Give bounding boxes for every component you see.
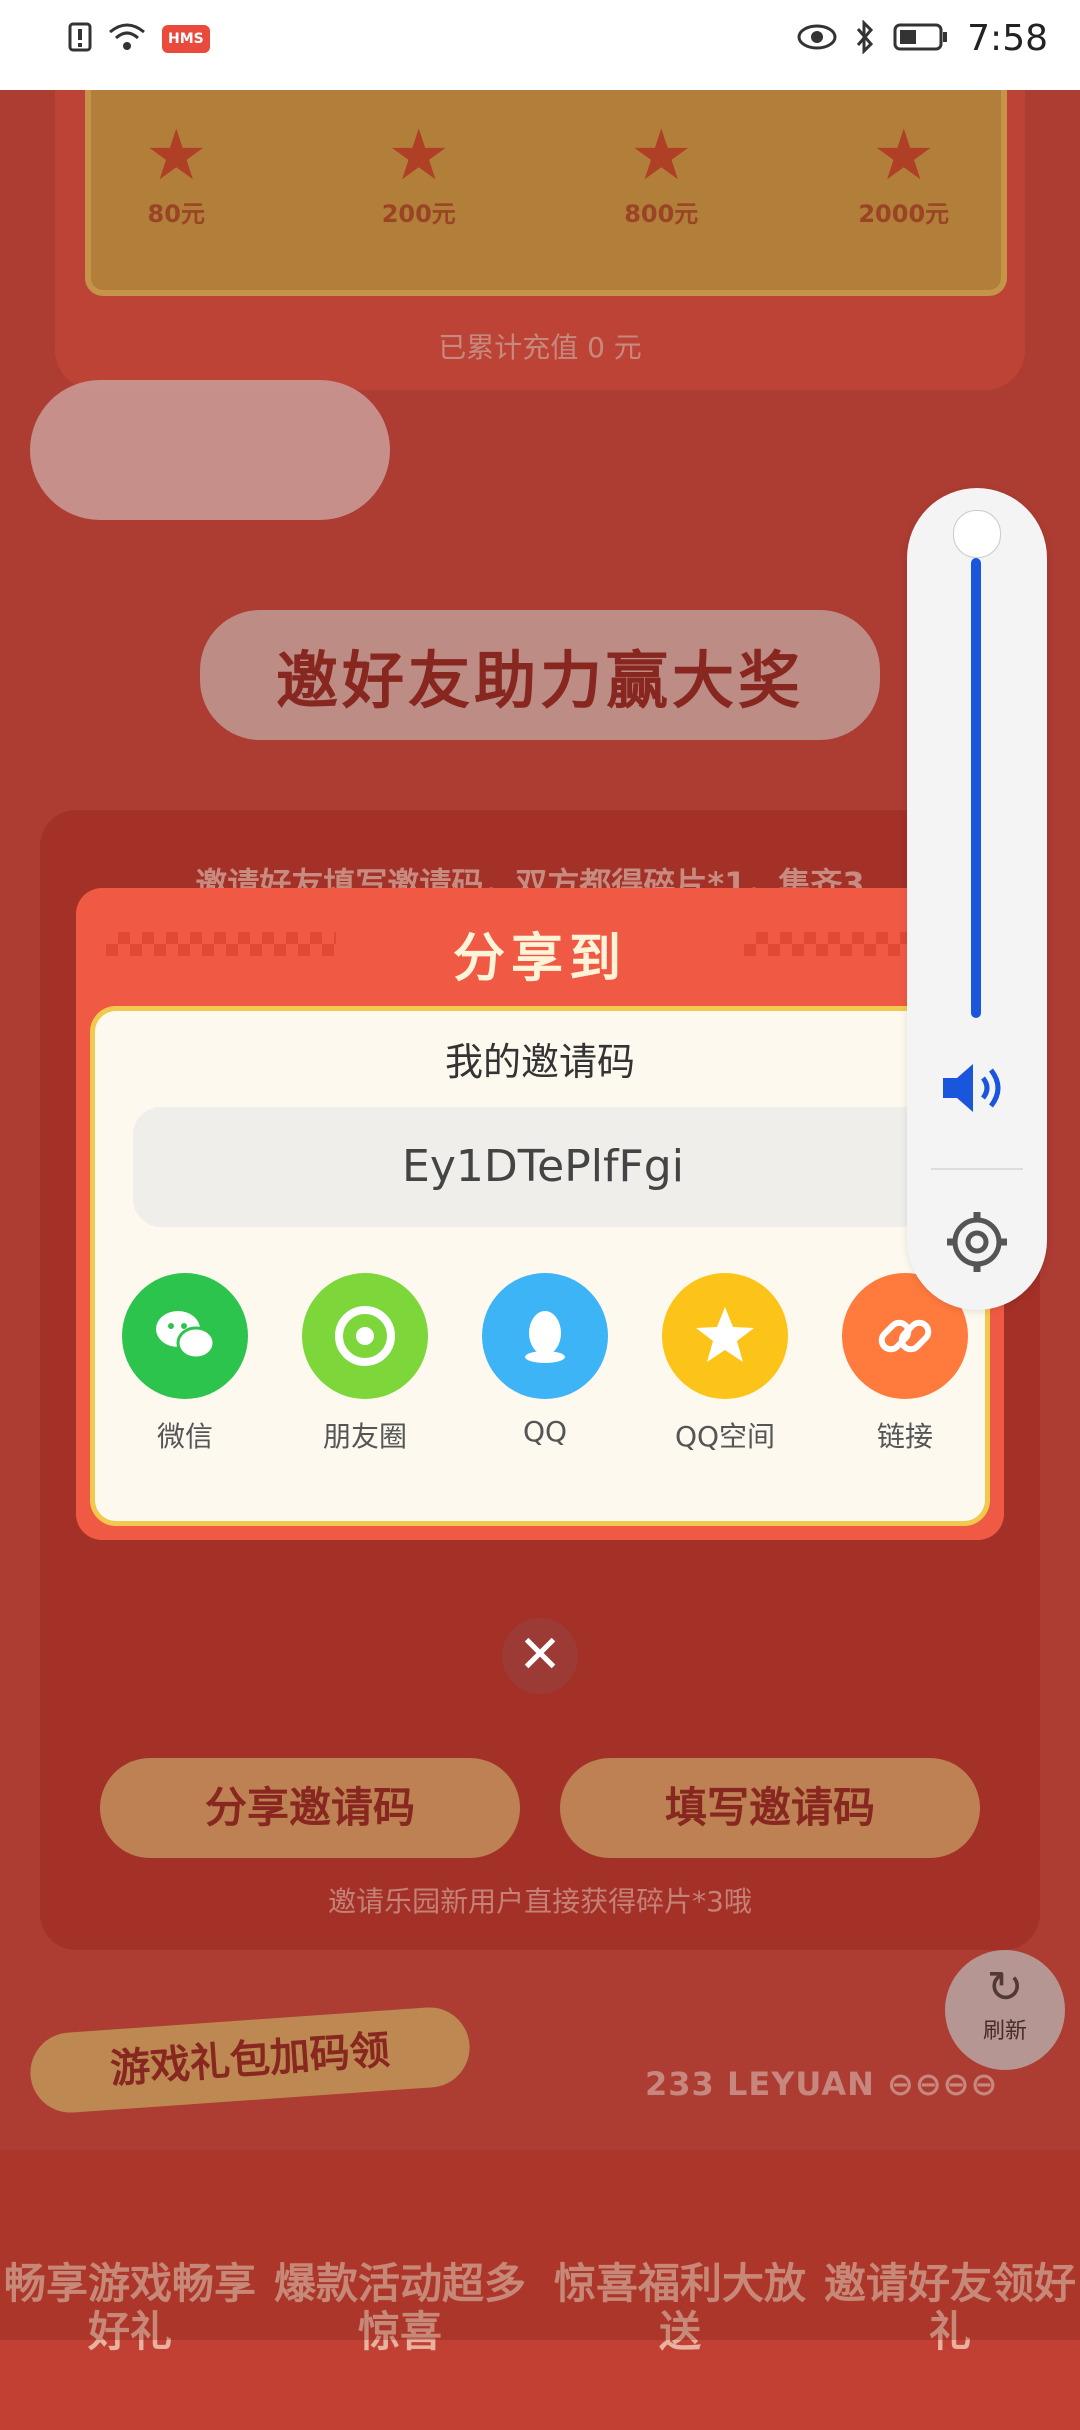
eye-icon (797, 23, 837, 55)
moments-icon (302, 1273, 428, 1399)
share-dialog: 分享到 我的邀请码 Ey1DTePlfFgi 微信 朋友圈 QQ QQ空间 链接 (76, 888, 1004, 1540)
my-code-label: 我的邀请码 (444, 1040, 635, 1084)
volume-panel (907, 488, 1047, 1310)
close-button[interactable]: ✕ (502, 1618, 578, 1694)
wechat-icon (122, 1273, 248, 1399)
divider (931, 1168, 1023, 1170)
share-qzone[interactable]: QQ空间 (655, 1273, 795, 1455)
volume-slider-track[interactable] (971, 558, 981, 1018)
alert-icon (68, 22, 92, 56)
qzone-icon (662, 1273, 788, 1399)
settings-icon[interactable] (943, 1208, 1011, 1280)
hms-badge: HMS (162, 25, 210, 53)
volume-slider-handle[interactable] (953, 510, 1001, 558)
clock: 7:58 (967, 18, 1048, 59)
close-icon: ✕ (518, 1625, 562, 1685)
share-qq[interactable]: QQ (475, 1273, 615, 1455)
wifi-icon (108, 22, 146, 56)
bluetooth-icon (855, 18, 875, 58)
dialog-body: 我的邀请码 Ey1DTePlfFgi 微信 朋友圈 QQ QQ空间 链接 (90, 1006, 990, 1526)
battery-icon (893, 22, 949, 56)
share-wechat[interactable]: 微信 (115, 1273, 255, 1455)
share-targets: 微信 朋友圈 QQ QQ空间 链接 (115, 1273, 975, 1455)
invite-code-field[interactable]: Ey1DTePlfFgi (133, 1107, 953, 1227)
share-moments[interactable]: 朋友圈 (295, 1273, 435, 1455)
dialog-title: 分享到 (452, 929, 627, 989)
qq-icon (482, 1273, 608, 1399)
status-bar: HMS 7:58 (0, 0, 1080, 90)
speaker-icon[interactable] (939, 1058, 1015, 1122)
